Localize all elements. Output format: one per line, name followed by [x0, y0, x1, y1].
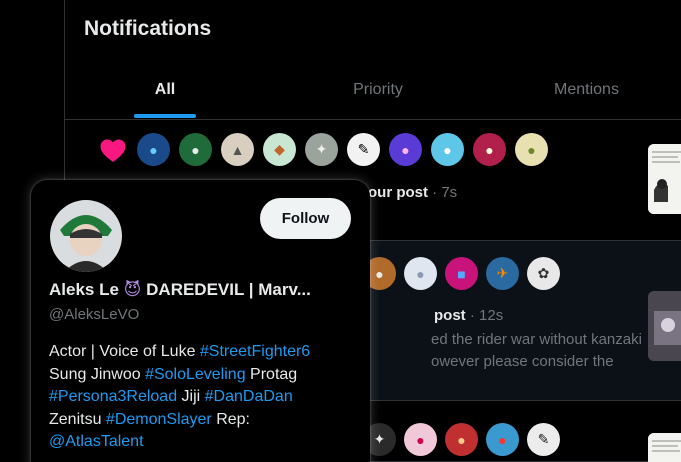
notification-text: our post · 7s — [368, 184, 458, 201]
avatar[interactable]: ✿ — [527, 257, 560, 290]
avatar[interactable]: ● — [445, 423, 478, 456]
avatar[interactable]: ● — [179, 133, 212, 166]
tab-bar: All Priority Mentions — [65, 60, 681, 120]
hashtag-link[interactable]: #DemonSlayer — [106, 411, 212, 428]
liker-avatars: ● ● ■ ✈ ✿ — [363, 257, 560, 290]
avatar[interactable]: ✦ — [305, 133, 338, 166]
post-thumbnail[interactable] — [648, 144, 681, 214]
avatar[interactable]: ✎ — [347, 133, 380, 166]
liker-avatars: ✦ ● ● ● ✎ — [363, 423, 560, 456]
display-name[interactable]: Aleks Le 😈 DAREDEVIL | Marv... — [49, 280, 311, 300]
tab-all[interactable]: All — [65, 60, 265, 119]
profile-hover-card: Follow Aleks Le 😈 DAREDEVIL | Marv... @A… — [31, 180, 370, 462]
notification-text: post · 12s — [434, 307, 504, 324]
avatar[interactable]: ● — [404, 423, 437, 456]
hashtag-link[interactable]: #Persona3Reload — [49, 388, 177, 405]
hashtag-link[interactable]: #StreetFighter6 — [200, 343, 310, 360]
post-thumbnail[interactable] — [648, 291, 681, 361]
post-thumbnail[interactable] — [648, 433, 681, 462]
follow-button[interactable]: Follow — [260, 198, 351, 239]
active-tab-indicator — [134, 114, 196, 118]
avatar[interactable] — [50, 200, 122, 272]
tab-mentions[interactable]: Mentions — [491, 60, 681, 119]
avatar[interactable]: ● — [473, 133, 506, 166]
avatar[interactable]: ● — [389, 133, 422, 166]
hashtag-link[interactable]: #DanDaDan — [205, 388, 293, 405]
tab-priority[interactable]: Priority — [265, 60, 491, 119]
avatar[interactable]: ▲ — [221, 133, 254, 166]
liker-avatars: ● ● ▲ ◆ ✦ ✎ ● ● ● ● — [137, 133, 548, 166]
user-handle[interactable]: @AleksLeVO — [49, 306, 139, 323]
smiling-devil-emoji-icon: 😈 — [123, 280, 142, 299]
avatar[interactable]: ■ — [445, 257, 478, 290]
avatar[interactable]: ◆ — [263, 133, 296, 166]
avatar[interactable]: ✎ — [527, 423, 560, 456]
avatar[interactable]: ● — [137, 133, 170, 166]
avatar[interactable]: ✈ — [486, 257, 519, 290]
profile-bio: Actor | Voice of Luke #StreetFighter6 Su… — [49, 343, 311, 450]
page-title: Notifications — [84, 17, 212, 40]
avatar[interactable]: ● — [515, 133, 548, 166]
heart-icon — [98, 135, 128, 165]
mention-link[interactable]: @AtlasTalent — [49, 433, 144, 450]
hashtag-link[interactable]: #SoloLeveling — [145, 366, 246, 383]
avatar[interactable]: ● — [486, 423, 519, 456]
notification-preview: ed the rider war without kanzaki owever … — [431, 331, 642, 370]
avatar[interactable]: ● — [431, 133, 464, 166]
avatar[interactable]: ● — [404, 257, 437, 290]
